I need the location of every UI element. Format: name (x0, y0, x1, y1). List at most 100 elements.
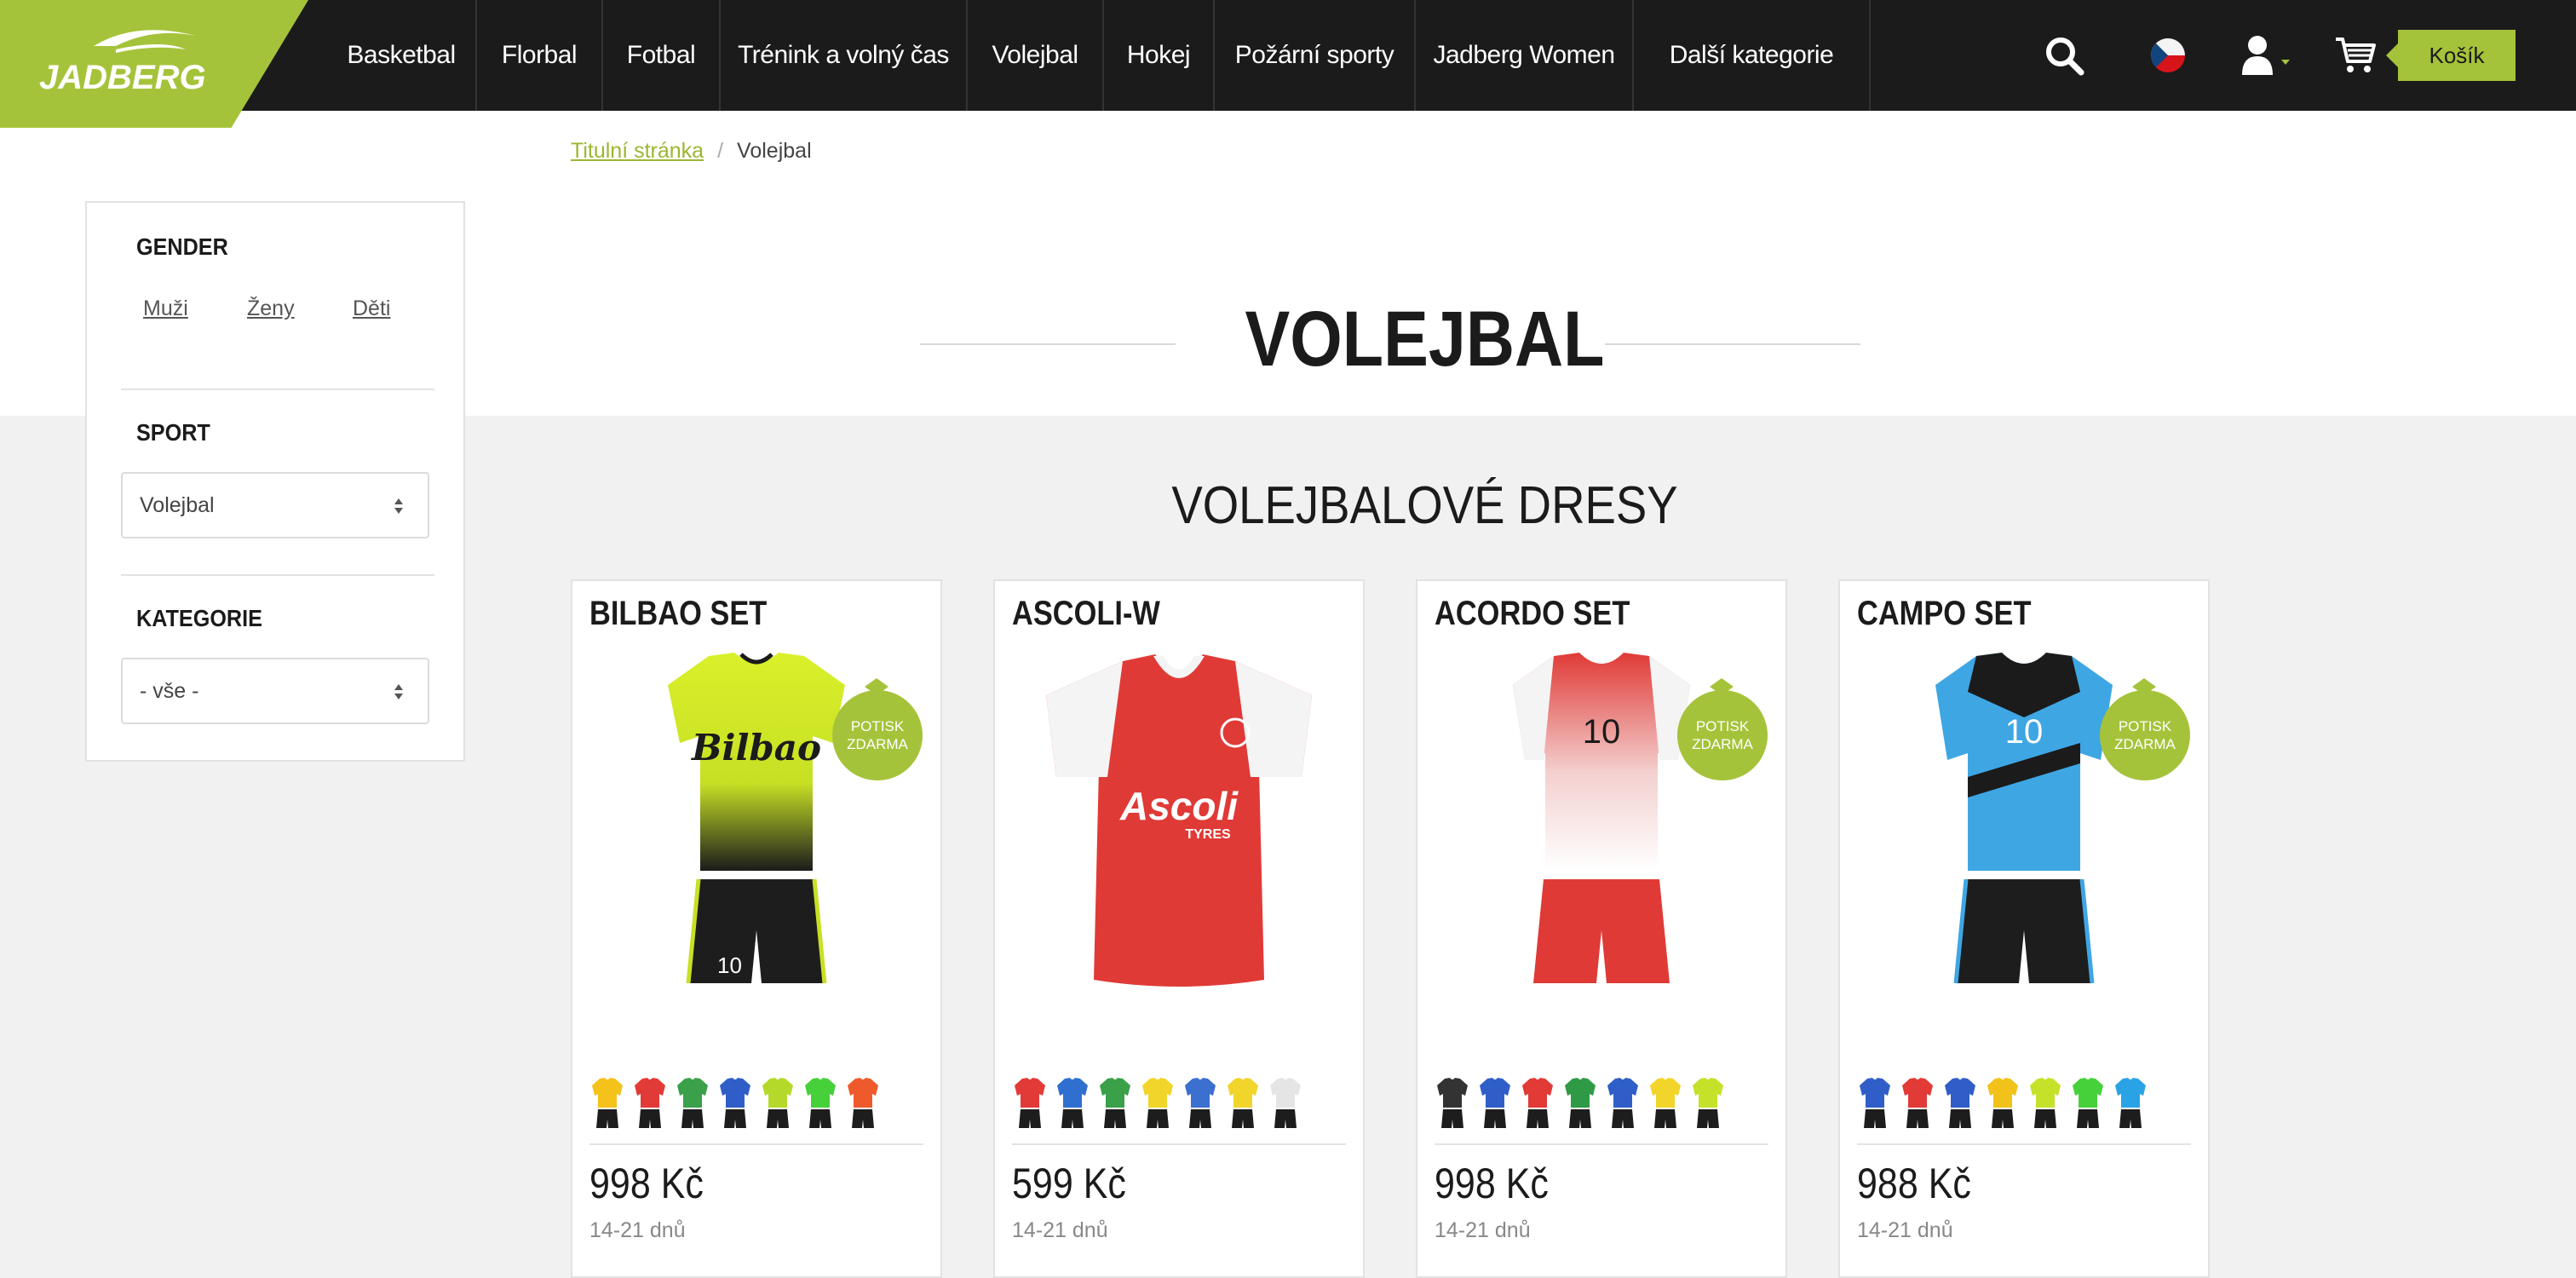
nav-item-basketbal[interactable]: Basketbal (327, 0, 477, 111)
color-swatch[interactable] (847, 1077, 879, 1130)
search-icon[interactable] (2040, 0, 2088, 111)
card-divider (1435, 1143, 1768, 1145)
color-swatch[interactable] (1436, 1077, 1469, 1130)
section-title: VOLEJBALOVÉ DRESY (1171, 476, 1678, 535)
free-print-badge: POTISK ZDARMA (2100, 678, 2190, 780)
card-divider (589, 1143, 923, 1145)
color-swatch[interactable] (1141, 1077, 1174, 1130)
product-card[interactable]: ACORDO SET 10 POTISK ZDARMA 998 Kč 14-21 … (1416, 579, 1787, 1278)
category-select[interactable]: - vše - (121, 658, 429, 724)
nav-item-trenink[interactable]: Trénink a volný čas (721, 0, 968, 111)
gender-filter-title: GENDER (136, 233, 228, 260)
color-swatch[interactable] (1901, 1077, 1934, 1130)
cart-icon[interactable] (2332, 0, 2378, 111)
nav-item-pozarni-sporty[interactable]: Požární sporty (1215, 0, 1416, 111)
color-swatch[interactable] (1944, 1077, 1976, 1130)
jadberg-logo-mark: JADBERG (39, 30, 206, 96)
product-card[interactable]: BILBAO SET Bilbao 10 POTISK ZDARMA 998 Kč… (571, 579, 942, 1278)
badge-line-1: POTISK (850, 718, 905, 734)
badge-line-1: POTISK (1695, 718, 1750, 734)
svg-text:JADBERG: JADBERG (39, 59, 206, 96)
color-swatch[interactable] (1184, 1077, 1216, 1130)
breadcrumb-home-link[interactable]: Titulní stránka (571, 139, 704, 163)
color-swatch[interactable] (1859, 1077, 1891, 1130)
color-swatches (1014, 1077, 1302, 1130)
select-arrows-icon (394, 684, 403, 699)
user-icon[interactable] (2239, 0, 2293, 111)
breadcrumb-current: Volejbal (737, 139, 812, 163)
delivery-time: 14-21 dnů (1857, 1218, 1953, 1242)
product-name[interactable]: CAMPO SET (1857, 595, 2032, 633)
nav-item-hokej[interactable]: Hokej (1104, 0, 1215, 111)
product-card[interactable]: CAMPO SET 10 POTISK ZDARMA 988 Kč 14-21 d… (1838, 579, 2210, 1278)
filter-sidebar: GENDER Muži Ženy Děti SPORT Volejbal KAT… (85, 201, 465, 762)
product-price: 998 Kč (589, 1160, 704, 1207)
jersey-print-text: 10 (1583, 713, 1621, 751)
nav-item-jadberg-women[interactable]: Jadberg Women (1416, 0, 1634, 111)
color-swatch[interactable] (1014, 1077, 1046, 1130)
color-swatches (1436, 1077, 1724, 1130)
gender-filter-muzi[interactable]: Muži (143, 296, 188, 321)
product-name[interactable]: BILBAO SET (589, 595, 767, 633)
breadcrumb-separator: / (717, 139, 724, 163)
sport-select-value: Volejbal (140, 492, 215, 517)
product-price: 599 Kč (1012, 1160, 1126, 1207)
product-name[interactable]: ASCOLI-W (1012, 595, 1160, 633)
card-divider (1012, 1143, 1346, 1145)
color-swatch[interactable] (719, 1077, 751, 1130)
jersey-print-text: Bilbao (691, 727, 821, 769)
color-swatch[interactable] (1607, 1077, 1639, 1130)
color-swatches (591, 1077, 879, 1130)
category-filter-title: KATEGORIE (136, 605, 262, 631)
color-swatch[interactable] (2072, 1077, 2104, 1130)
free-print-badge: POTISK ZDARMA (832, 678, 923, 780)
site-header: Basketbal Florbal Fotbal Trénink a volný… (0, 0, 2576, 111)
nav-item-florbal[interactable]: Florbal (477, 0, 603, 111)
free-print-badge: POTISK ZDARMA (1677, 678, 1768, 780)
color-swatch[interactable] (1649, 1077, 1682, 1130)
select-arrows-icon (394, 498, 403, 514)
color-swatch[interactable] (1987, 1077, 2019, 1130)
badge-line-1: POTISK (2118, 718, 2172, 734)
product-name[interactable]: ACORDO SET (1435, 595, 1630, 633)
product-image[interactable]: Ascoli TYRES (1012, 649, 1346, 990)
color-swatch[interactable] (1269, 1077, 1302, 1130)
delivery-time: 14-21 dnů (1435, 1218, 1531, 1242)
czech-flag-icon[interactable] (2147, 0, 2189, 111)
product-price: 988 Kč (1857, 1160, 1971, 1207)
delivery-time: 14-21 dnů (589, 1218, 686, 1242)
nav-item-volejbal[interactable]: Volejbal (968, 0, 1104, 111)
product-card[interactable]: ASCOLI-W Ascoli TYRES 599 Kč 14-21 dnů (993, 579, 1365, 1278)
color-swatch[interactable] (1479, 1077, 1511, 1130)
color-swatch[interactable] (591, 1077, 624, 1130)
delivery-time: 14-21 dnů (1012, 1218, 1108, 1242)
svg-text:10: 10 (717, 953, 742, 978)
badge-line-2: ZDARMA (1692, 736, 1753, 752)
color-swatch[interactable] (1692, 1077, 1724, 1130)
breadcrumb: Titulní stránka / Volejbal (571, 139, 812, 164)
product-price: 998 Kč (1435, 1160, 1549, 1207)
nav-item-dalsi-kategorie[interactable]: Další kategorie (1634, 0, 1871, 111)
color-swatch[interactable] (2029, 1077, 2061, 1130)
gender-filter-zeny[interactable]: Ženy (247, 296, 295, 321)
color-swatch[interactable] (1521, 1077, 1554, 1130)
color-swatch[interactable] (634, 1077, 666, 1130)
category-select-value: - vše - (140, 678, 199, 703)
nav-item-fotbal[interactable]: Fotbal (603, 0, 721, 111)
sidebar-divider (121, 574, 434, 576)
color-swatch[interactable] (676, 1077, 709, 1130)
card-divider (1857, 1143, 2191, 1145)
color-swatch[interactable] (2114, 1077, 2147, 1130)
color-swatch[interactable] (1227, 1077, 1259, 1130)
main-nav: Basketbal Florbal Fotbal Trénink a volný… (327, 0, 1871, 111)
color-swatch[interactable] (1564, 1077, 1596, 1130)
color-swatch[interactable] (1056, 1077, 1089, 1130)
color-swatch[interactable] (1099, 1077, 1131, 1130)
badge-line-2: ZDARMA (2114, 736, 2176, 752)
jersey-print-text: Ascoli (1119, 784, 1239, 828)
color-swatch[interactable] (762, 1077, 794, 1130)
color-swatch[interactable] (804, 1077, 837, 1130)
gender-filter-deti[interactable]: Děti (353, 296, 390, 321)
cart-button[interactable]: Košík (2386, 30, 2516, 81)
sport-select[interactable]: Volejbal (121, 472, 429, 538)
